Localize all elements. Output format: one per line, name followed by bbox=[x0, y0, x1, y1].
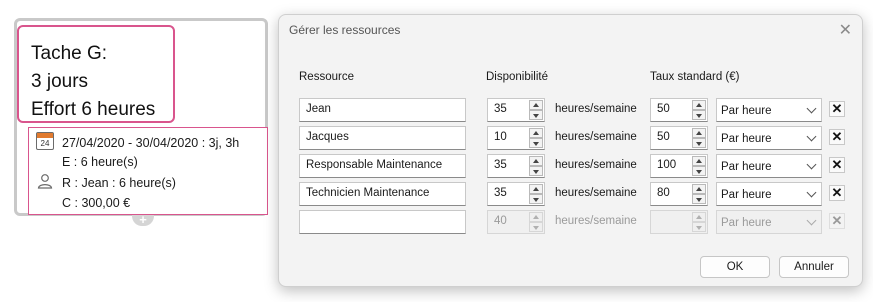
availability-unit: heures/semaine bbox=[555, 103, 637, 115]
chevron-down-icon bbox=[806, 159, 817, 170]
availability-unit: heures/semaine bbox=[555, 159, 637, 171]
task-title-box[interactable]: Tache G: 3 jours Effort 6 heures bbox=[17, 25, 175, 123]
chevron-down-icon bbox=[806, 215, 817, 226]
chevron-down-icon bbox=[806, 187, 817, 198]
availability-stepper[interactable]: 35 bbox=[487, 98, 545, 122]
availability-unit: heures/semaine bbox=[555, 187, 637, 199]
increment-icon bbox=[529, 212, 543, 222]
header-rate: Taux standard (€) bbox=[650, 71, 740, 83]
rate-unit-select: Par heure bbox=[716, 210, 822, 234]
chevron-down-icon bbox=[806, 103, 817, 114]
increment-icon[interactable] bbox=[529, 128, 543, 138]
increment-icon[interactable] bbox=[692, 100, 706, 110]
close-icon[interactable]: ✕ bbox=[839, 20, 852, 40]
delete-row-icon[interactable]: ✕ bbox=[829, 101, 845, 117]
task-dates: 27/04/2020 - 30/04/2020 : 3j, 3h bbox=[62, 136, 240, 150]
increment-icon[interactable] bbox=[529, 100, 543, 110]
resource-name-input[interactable]: Responsable Maintenance bbox=[299, 154, 466, 178]
task-duration: 3 jours bbox=[31, 71, 89, 92]
task-title: Tache G: bbox=[31, 43, 108, 64]
task-effort-detail: E : 6 heure(s) bbox=[62, 155, 138, 169]
availability-stepper: 40 bbox=[487, 210, 545, 234]
delete-row-icon: ✕ bbox=[829, 213, 845, 229]
new-resource-name-input[interactable] bbox=[299, 210, 466, 234]
rate-unit-select[interactable]: Par heure bbox=[716, 182, 822, 206]
decrement-icon[interactable] bbox=[692, 194, 706, 204]
calendar-icon: 24 bbox=[36, 132, 54, 150]
resource-row: Jean 35 heures/semaine 50 Par heure ✕ bbox=[279, 98, 862, 122]
resource-name-input[interactable]: Jacques bbox=[299, 126, 466, 150]
task-cost: C : 300,00 € bbox=[62, 196, 131, 210]
decrement-icon[interactable] bbox=[692, 110, 706, 120]
decrement-icon[interactable] bbox=[529, 138, 543, 148]
rate-unit-select[interactable]: Par heure bbox=[716, 126, 822, 150]
add-task-handle[interactable]: + bbox=[132, 213, 154, 226]
header-resource: Ressource bbox=[299, 71, 354, 83]
rate-unit-select[interactable]: Par heure bbox=[716, 98, 822, 122]
rate-stepper bbox=[650, 210, 708, 234]
resource-row: Jacques 10 heures/semaine 50 Par heure ✕ bbox=[279, 126, 862, 150]
rate-stepper[interactable]: 100 bbox=[650, 154, 708, 178]
decrement-icon[interactable] bbox=[529, 166, 543, 176]
availability-stepper[interactable]: 10 bbox=[487, 126, 545, 150]
resource-name-input[interactable]: Jean bbox=[299, 98, 466, 122]
decrement-icon[interactable] bbox=[692, 166, 706, 176]
delete-row-icon[interactable]: ✕ bbox=[829, 129, 845, 145]
task-details: 24 27/04/2020 - 30/04/2020 : 3j, 3h E : … bbox=[28, 127, 268, 215]
decrement-icon[interactable] bbox=[529, 110, 543, 120]
task-effort: Effort 6 heures bbox=[31, 99, 156, 120]
increment-icon[interactable] bbox=[692, 184, 706, 194]
chevron-down-icon bbox=[806, 131, 817, 142]
delete-row-icon[interactable]: ✕ bbox=[829, 185, 845, 201]
new-resource-row: 40 heures/semaine Par heure ✕ bbox=[279, 210, 862, 234]
resource-name-input[interactable]: Technicien Maintenance bbox=[299, 182, 466, 206]
rate-unit-select[interactable]: Par heure bbox=[716, 154, 822, 178]
availability-unit: heures/semaine bbox=[555, 131, 637, 143]
manage-resources-dialog: Gérer les ressources ✕ Ressource Disponi… bbox=[278, 14, 863, 287]
resource-row: Responsable Maintenance 35 heures/semain… bbox=[279, 154, 862, 178]
decrement-icon[interactable] bbox=[692, 138, 706, 148]
delete-row-icon[interactable]: ✕ bbox=[829, 157, 845, 173]
task-resource: R : Jean : 6 heure(s) bbox=[62, 176, 176, 190]
dialog-title: Gérer les ressources bbox=[289, 23, 401, 37]
increment-icon[interactable] bbox=[692, 156, 706, 166]
rate-stepper[interactable]: 50 bbox=[650, 98, 708, 122]
decrement-icon bbox=[529, 222, 543, 232]
rate-stepper[interactable]: 80 bbox=[650, 182, 708, 206]
increment-icon[interactable] bbox=[692, 128, 706, 138]
decrement-icon[interactable] bbox=[529, 194, 543, 204]
resource-row: Technicien Maintenance 35 heures/semaine… bbox=[279, 182, 862, 206]
increment-icon[interactable] bbox=[529, 184, 543, 194]
ok-button[interactable]: OK bbox=[700, 256, 770, 278]
availability-stepper[interactable]: 35 bbox=[487, 154, 545, 178]
decrement-icon bbox=[692, 222, 706, 232]
cancel-button[interactable]: Annuler bbox=[779, 256, 849, 278]
increment-icon[interactable] bbox=[529, 156, 543, 166]
availability-stepper[interactable]: 35 bbox=[487, 182, 545, 206]
person-icon bbox=[37, 174, 53, 189]
rate-stepper[interactable]: 50 bbox=[650, 126, 708, 150]
increment-icon bbox=[692, 212, 706, 222]
header-availability: Disponibilité bbox=[486, 71, 549, 83]
availability-unit: heures/semaine bbox=[555, 215, 637, 227]
